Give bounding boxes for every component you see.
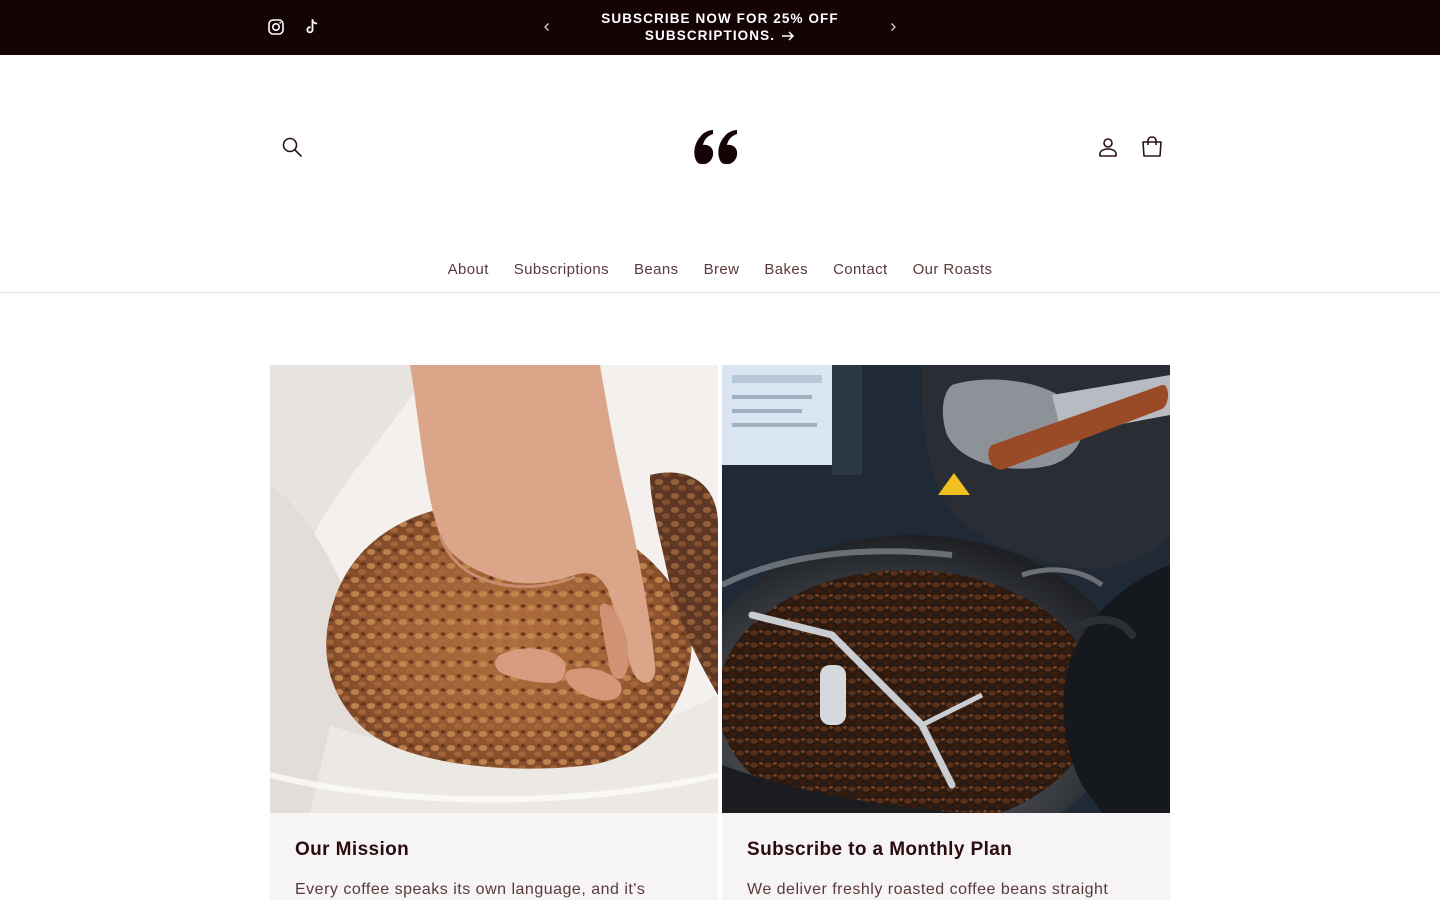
cart-icon[interactable] [1138, 133, 1166, 161]
nav-item-about[interactable]: About [435, 258, 501, 284]
card-description: We deliver freshly roasted coffee beans … [747, 881, 1109, 898]
instagram-icon[interactable] [266, 17, 286, 37]
nav-item-bakes[interactable]: Bakes [752, 258, 821, 284]
header-divider [0, 292, 1440, 293]
brand-logo[interactable] [692, 124, 746, 170]
card-title: Subscribe to a Monthly Plan [747, 839, 1013, 860]
quote-mark-logo [694, 130, 738, 165]
next-announcement-button[interactable] [883, 17, 903, 37]
search-icon[interactable] [278, 133, 306, 161]
card-image-coffee-beans-hand [270, 365, 718, 813]
announcement-line-1: SUBSCRIBE NOW FOR 25% OFF [601, 11, 839, 26]
card-description: Every coffee speaks its own language, an… [295, 881, 646, 898]
nav-item-our-roasts[interactable]: Our Roasts [900, 258, 1005, 284]
card-title: Our Mission [295, 839, 410, 860]
nav-item-subscriptions[interactable]: Subscriptions [501, 258, 621, 284]
mission-card[interactable]: Our Mission Every coffee speaks its own … [270, 365, 718, 900]
card-image-coffee-roaster [722, 365, 1170, 813]
announcement-message[interactable]: SUBSCRIBE NOW FOR 25% OFF SUBSCRIPTIONS. [590, 10, 850, 44]
arrow-right-icon [782, 30, 795, 41]
subscribe-card[interactable]: Subscribe to a Monthly Plan We deliver f… [722, 365, 1170, 900]
previous-announcement-button[interactable] [537, 17, 557, 37]
announcement-bar: SUBSCRIBE NOW FOR 25% OFF SUBSCRIPTIONS. [0, 0, 1440, 55]
main-navigation: About Subscriptions Beans Brew Bakes Con… [0, 258, 1440, 284]
chevron-right-icon [891, 23, 896, 31]
tiktok-icon[interactable] [302, 17, 322, 37]
nav-item-brew[interactable]: Brew [691, 258, 752, 284]
announcement-line-2: SUBSCRIPTIONS. [644, 28, 776, 43]
announcement-line-2-wrap: SUBSCRIPTIONS. [645, 27, 795, 44]
account-icon[interactable] [1094, 133, 1122, 161]
chevron-left-icon [544, 23, 549, 31]
nav-item-contact[interactable]: Contact [821, 258, 901, 284]
nav-item-beans[interactable]: Beans [622, 258, 692, 284]
